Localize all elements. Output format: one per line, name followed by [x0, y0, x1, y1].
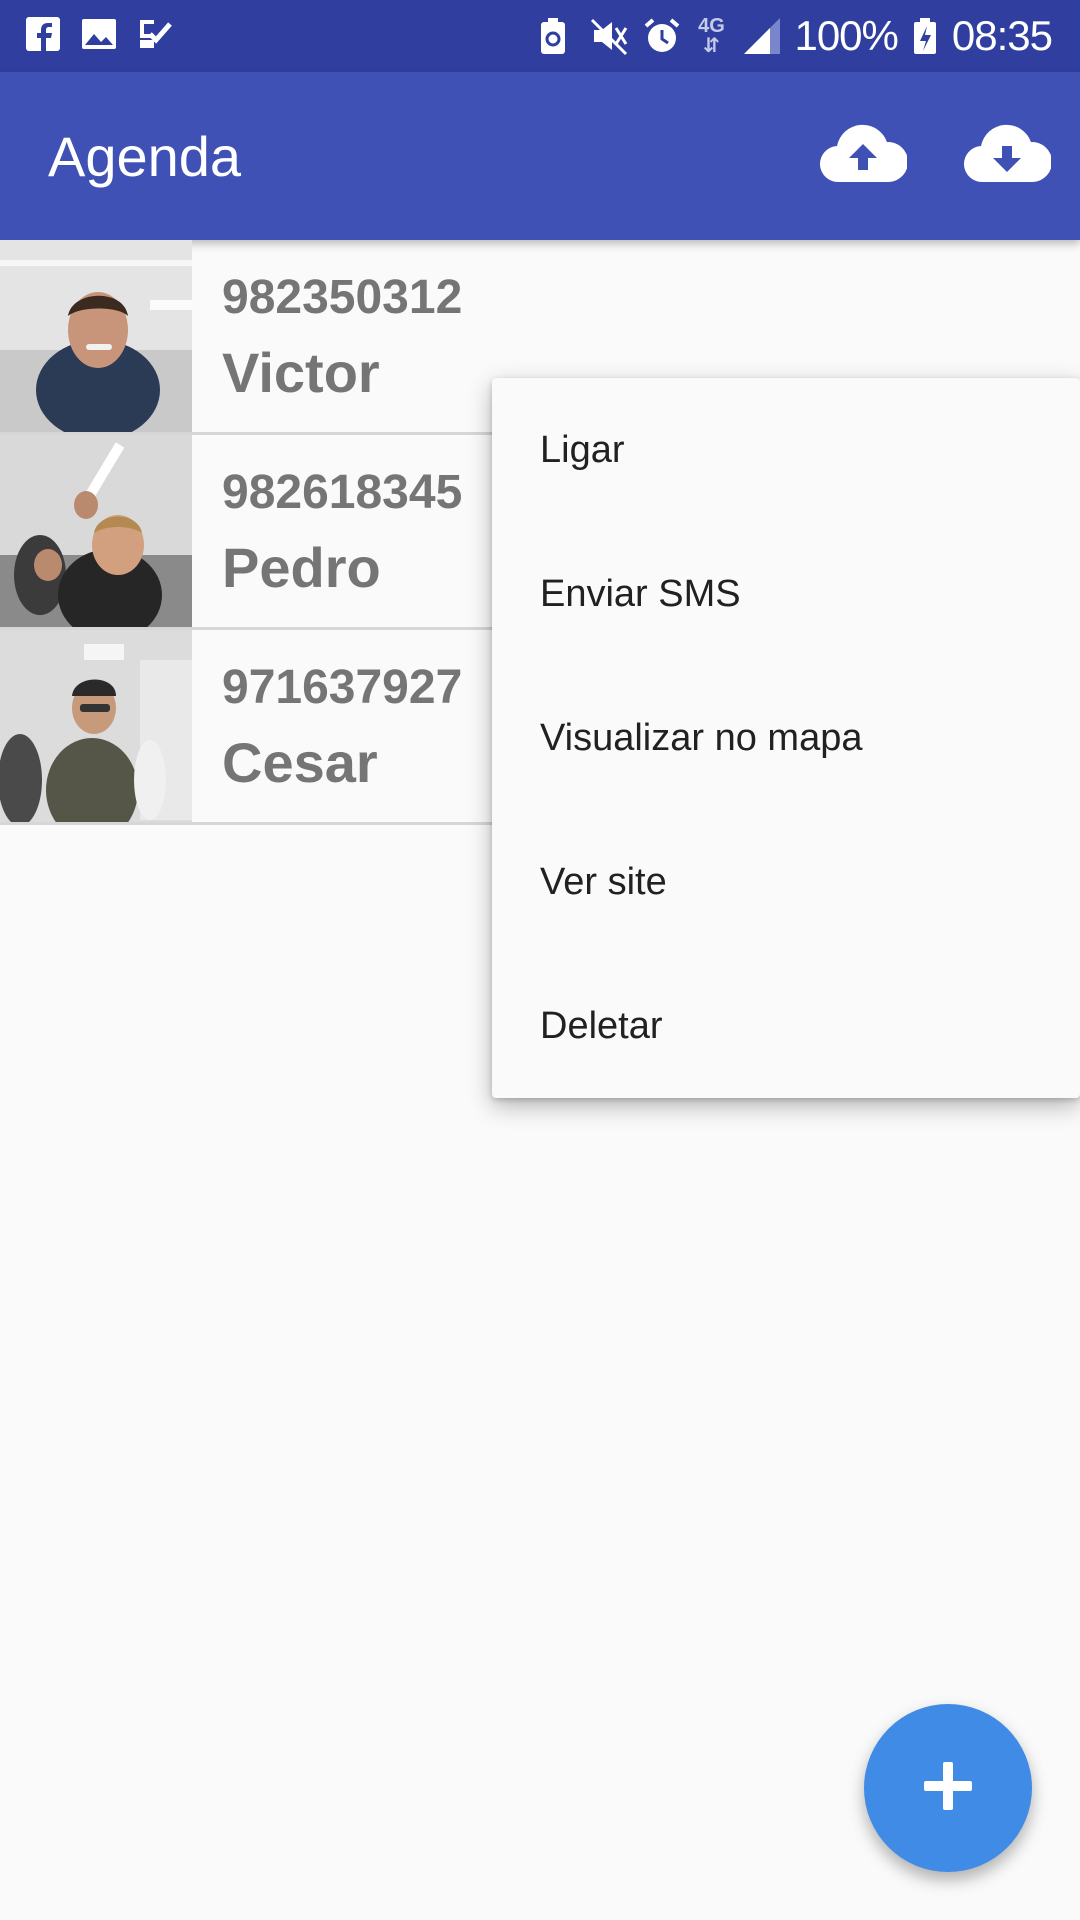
image-icon [80, 14, 118, 54]
facebook-icon [24, 14, 62, 54]
contact-phone: 971637927 [222, 661, 463, 714]
signal-icon [742, 16, 781, 56]
contact-photo [0, 435, 192, 627]
menu-item-ver-site[interactable]: Ver site [492, 810, 1080, 954]
menu-item-visualizar-no-mapa[interactable]: Visualizar no mapa [492, 666, 1080, 810]
cloud-download-button[interactable] [962, 114, 1053, 198]
menu-item-deletar[interactable]: Deletar [492, 954, 1080, 1098]
contact-name: Victor [222, 341, 380, 404]
context-menu: Ligar Enviar SMS Visualizar no mapa Ver … [492, 378, 1080, 1098]
status-time: 08:35 [951, 12, 1053, 59]
app-bar: Agenda [0, 72, 1080, 240]
app-title: Agenda [48, 125, 242, 188]
cloud-upload-icon [819, 124, 909, 189]
tasks-icon [136, 14, 174, 54]
contact-name: Pedro [222, 536, 381, 599]
status-bar: 4G ⇵ 100% 08:35 [0, 0, 1080, 72]
contact-photo [0, 630, 192, 822]
menu-item-enviar-sms[interactable]: Enviar SMS [492, 522, 1080, 666]
menu-item-ligar[interactable]: Ligar [492, 378, 1080, 522]
network-type-icon: 4G ⇵ [698, 15, 725, 57]
contact-phone: 982350312 [222, 271, 463, 324]
battery-saver-icon [538, 16, 576, 56]
add-icon [922, 1760, 974, 1817]
contact-photo [0, 240, 192, 432]
cloud-download-icon [963, 124, 1053, 189]
add-contact-button[interactable] [864, 1704, 1032, 1872]
contact-phone: 982618345 [222, 466, 463, 519]
battery-charging-icon [912, 16, 938, 56]
mute-icon [590, 16, 628, 56]
alarm-icon [642, 16, 680, 56]
battery-percent: 100% [794, 12, 898, 59]
cloud-upload-button[interactable] [818, 114, 909, 198]
contact-name: Cesar [222, 731, 378, 794]
